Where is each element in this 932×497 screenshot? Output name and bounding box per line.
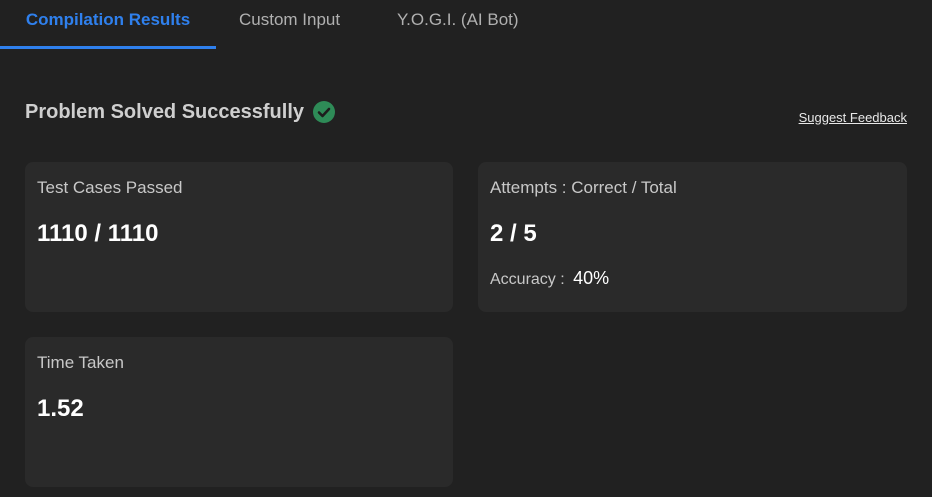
time-taken-card: Time Taken 1.52 xyxy=(25,337,453,487)
test-cases-label: Test Cases Passed xyxy=(37,178,183,197)
attempts-card: Attempts : Correct / Total 2 / 5 Accurac… xyxy=(478,162,907,312)
time-taken-value: 1.52 xyxy=(37,395,84,422)
compilation-panel: Compilation Results Custom Input Y.O.G.I… xyxy=(0,0,932,497)
tab-bar: Compilation Results Custom Input Y.O.G.I… xyxy=(0,0,932,49)
attempts-value: 2 / 5 xyxy=(490,220,537,247)
tab-custom-input[interactable]: Custom Input xyxy=(239,0,340,46)
time-taken-label: Time Taken xyxy=(37,353,124,372)
status-message: Problem Solved Successfully xyxy=(25,100,304,123)
accuracy-row: Accuracy : 40% xyxy=(490,268,895,289)
attempts-label: Attempts : Correct / Total xyxy=(490,178,677,197)
test-cases-card: Test Cases Passed 1110 / 1110 xyxy=(25,162,453,312)
status-heading: Problem Solved Successfully xyxy=(25,98,335,126)
accuracy-label: Accuracy : xyxy=(490,271,565,288)
check-circle-icon xyxy=(313,101,335,123)
suggest-feedback-link[interactable]: Suggest Feedback xyxy=(799,110,907,125)
test-cases-value: 1110 / 1110 xyxy=(37,220,159,247)
tab-yogi-ai-bot[interactable]: Y.O.G.I. (AI Bot) xyxy=(397,0,519,46)
tab-compilation-results[interactable]: Compilation Results xyxy=(0,0,216,49)
accuracy-value: 40% xyxy=(573,268,610,288)
